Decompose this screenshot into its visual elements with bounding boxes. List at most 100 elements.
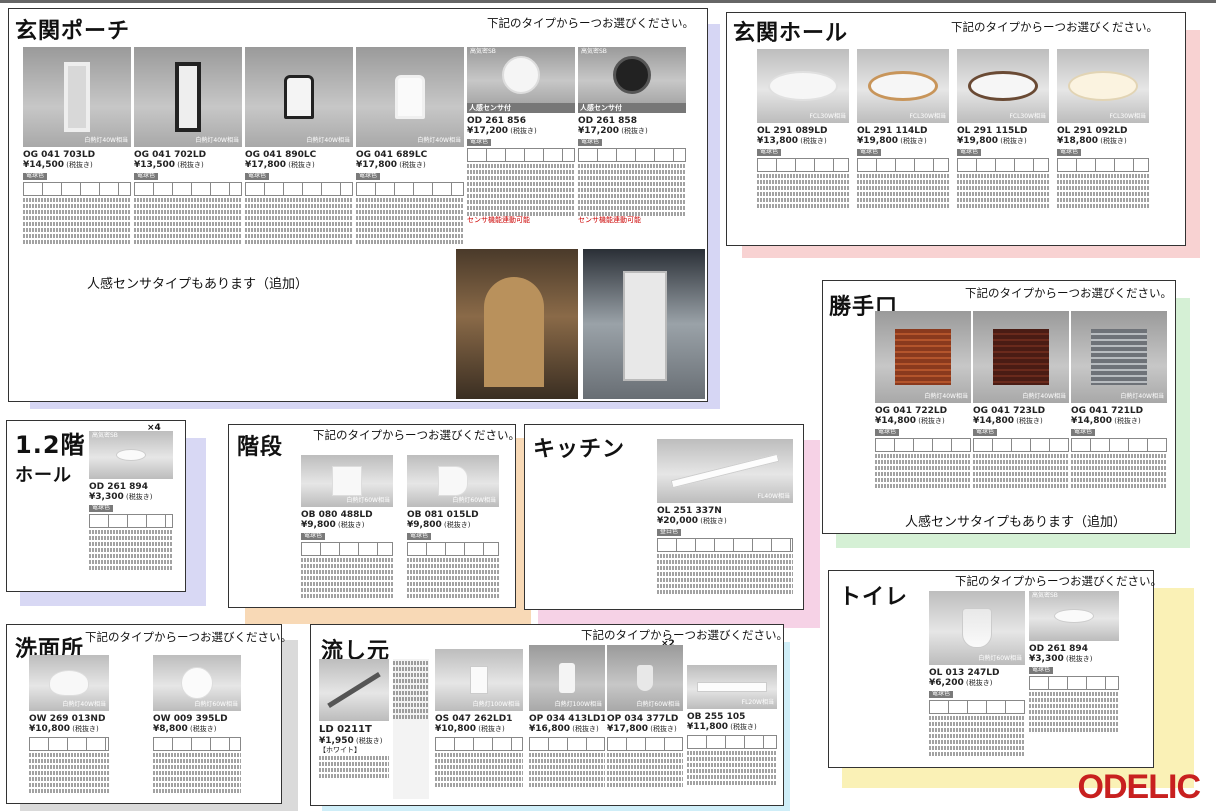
- product-price: ¥14,800: [875, 416, 916, 427]
- lamp-equivalent: 白熱灯40W相当: [1022, 393, 1066, 401]
- product-card[interactable]: 白熱灯60W相当 OP 034 377LD ¥17,800 (税抜き): [607, 645, 683, 803]
- product-card[interactable]: 白熱灯40W相当 OG 041 689LC ¥17,800 (税抜き) 電球色: [356, 47, 464, 272]
- product-card[interactable]: 白熱灯100W相当 OP 034 413LD1 ¥16,800 (税抜き): [529, 645, 605, 803]
- spec-text: [929, 715, 1025, 756]
- color-temp-badge: 電球色: [578, 138, 603, 146]
- product-card[interactable]: 白熱灯60W相当 OW 009 395LD ¥8,800 (税抜き): [153, 655, 241, 799]
- product-card[interactable]: 白熱灯40W相当 OG 041 723LD ¥14,800 (税抜き) 電球色: [973, 311, 1069, 501]
- tax-note: (税抜き): [72, 725, 99, 734]
- lamp-equivalent: 白熱灯40W相当: [306, 137, 350, 145]
- product-card[interactable]: 白熱灯60W相当 OL 013 247LD ¥6,200 (税抜き) 電球色: [929, 591, 1025, 763]
- tax-note: (税抜き): [730, 723, 757, 732]
- spec-table: [29, 736, 109, 751]
- product-photo: 白熱灯60W相当: [929, 591, 1025, 665]
- tax-note: (税抜き): [900, 137, 927, 146]
- spec-table: [1029, 675, 1119, 690]
- spec-table: [757, 157, 849, 172]
- hall-panel: 玄関ホール 下記のタイプからーつお選びください。 FCL30W相当 OL 291…: [726, 12, 1186, 246]
- spec-table: [929, 699, 1025, 714]
- product-card[interactable]: 白熱灯40W相当 OG 041 703LD ¥14,500 (税抜き) 電球色: [23, 47, 131, 272]
- product-price: ¥18,800: [1057, 136, 1098, 147]
- tax-note: (税抜き): [965, 679, 993, 688]
- product-price: ¥17,200: [467, 126, 508, 137]
- product-card[interactable]: 白熱灯60W相当 OB 080 488LD ¥9,800 (税抜き) 電球色: [301, 455, 393, 605]
- product-card[interactable]: 高気密SB 人感センサ付 OD 261 856 ¥17,200 (税抜き) 電球…: [467, 47, 575, 247]
- product-card[interactable]: 白熱灯60W相当 OB 081 015LD ¥9,800 (税抜き) 電球色: [407, 455, 499, 605]
- spotlight-icon: [470, 666, 488, 694]
- spec-text: [1029, 691, 1119, 732]
- pendant-light-icon: [962, 608, 992, 648]
- product-code: OP 034 413LD1: [529, 714, 605, 724]
- product-card[interactable]: LD 0211T ¥1,950 (税抜き) 【ホワイト】: [319, 659, 389, 803]
- product-price: ¥6,200: [929, 678, 964, 689]
- spec-table: [1071, 437, 1167, 452]
- product-price: ¥3,300: [1029, 654, 1064, 665]
- product-card[interactable]: FCL30W相当 OL 291 092LD ¥18,800 (税抜き) 電球色: [1057, 49, 1149, 239]
- katteguchi-note: 下記のタイプからーつお選びください。: [965, 286, 1172, 300]
- color-temp-badge: 電球色: [857, 148, 882, 156]
- product-price: ¥17,800: [607, 724, 648, 735]
- spec-table: [973, 437, 1069, 452]
- lamp-equivalent: 白熱灯40W相当: [84, 137, 128, 145]
- tax-note: (税抜き): [918, 417, 945, 426]
- lantern-icon: [395, 75, 425, 119]
- lamp-equivalent: 白熱灯40W相当: [1120, 393, 1164, 401]
- product-card[interactable]: 白熱灯40W相当 OG 041 890LC ¥17,800 (税抜き) 電球色: [245, 47, 353, 272]
- tax-note: (税抜き): [700, 517, 727, 526]
- sink-note: 下記のタイプからーつお選びください。: [581, 628, 788, 642]
- product-price: ¥19,800: [857, 136, 898, 147]
- entrance-photo: [583, 249, 705, 399]
- ceiling-light-icon: [968, 71, 1038, 101]
- product-photo: 白熱灯40W相当: [134, 47, 242, 147]
- product-card[interactable]: FL40W相当 OL 251 337N ¥20,000 (税抜き) 昼白色: [657, 439, 793, 605]
- spec-text: [301, 557, 393, 598]
- spec-text: [957, 173, 1049, 208]
- spec-text: [1057, 173, 1149, 208]
- lamp-equivalent: 白熱灯40W相当: [417, 137, 461, 145]
- spec-text: [407, 557, 499, 598]
- hall12-title: 1.2階: [15, 431, 86, 459]
- spec-table: [607, 736, 683, 751]
- product-code: OL 291 092LD: [1057, 126, 1128, 136]
- tax-note: (税抜き): [355, 736, 383, 745]
- product-photo: FCL30W相当: [1057, 49, 1149, 123]
- product-card[interactable]: FL20W相当 OB 255 105 ¥11,800 (税抜き): [687, 665, 777, 803]
- spec-table: [89, 513, 173, 528]
- color-temp-badge: 電球色: [89, 504, 114, 512]
- color-temp-badge: 電球色: [245, 172, 270, 180]
- spec-text: [435, 752, 523, 787]
- base-light-icon: [670, 453, 780, 489]
- spec-table: [578, 147, 686, 162]
- downlight-icon: [116, 449, 146, 461]
- type-label: 高気密SB: [1032, 592, 1058, 599]
- catalog-page: 玄関ポーチ 下記のタイプからーつお選びください。 白熱灯40W相当 OG 041…: [0, 0, 1216, 811]
- spec-table: [407, 541, 499, 556]
- product-card[interactable]: FCL30W相当 OL 291 089LD ¥13,800 (税抜き) 電球色: [757, 49, 849, 239]
- hall12-subtitle: ホール: [15, 465, 72, 486]
- bracket-light-icon: [438, 466, 468, 496]
- color-variant: 【ホワイト】: [319, 745, 361, 754]
- bracket-light-icon: [332, 466, 362, 496]
- product-card[interactable]: 白熱灯40W相当 OG 041 722LD ¥14,800 (税抜き) 電球色: [875, 311, 971, 501]
- product-card[interactable]: 高気密SB 人感センサ付 OD 261 858 ¥17,200 (税抜き) 電球…: [578, 47, 686, 247]
- product-price: ¥14,500: [23, 160, 64, 171]
- product-price: ¥17,800: [356, 160, 397, 171]
- product-card[interactable]: 白熱灯40W相当 OG 041 721LD ¥14,800 (税抜き) 電球色: [1071, 311, 1167, 501]
- color-temp-badge: 電球色: [1029, 666, 1054, 674]
- product-card[interactable]: 白熱灯100W相当 OS 047 262LD1 ¥10,800 (税抜き): [435, 649, 523, 803]
- spec-table: [657, 537, 793, 552]
- product-photo: 高気密SB: [578, 47, 686, 103]
- product-card[interactable]: FCL30W相当 OL 291 114LD ¥19,800 (税抜き) 電球色: [857, 49, 949, 239]
- product-card[interactable]: 白熱灯40W相当 OG 041 702LD ¥13,500 (税抜き) 電球色: [134, 47, 242, 272]
- product-card[interactable]: 白熱灯40W相当 OW 269 013ND ¥10,800 (税抜き): [29, 655, 109, 799]
- spec-text: [757, 173, 849, 208]
- spec-text: [134, 197, 242, 244]
- color-temp-badge: 電球色: [134, 172, 159, 180]
- bracket-light-icon: [895, 329, 951, 385]
- product-card[interactable]: 高気密SB OD 261 894 ¥3,300 (税抜き) 電球色: [1029, 591, 1119, 763]
- color-temp-badge: 電球色: [23, 172, 48, 180]
- product-card[interactable]: FCL30W相当 OL 291 115LD ¥19,800 (税抜き) 電球色: [957, 49, 1049, 239]
- color-temp-badge: 電球色: [301, 532, 326, 540]
- color-temp-badge: 電球色: [407, 532, 432, 540]
- product-card[interactable]: 高気密SB OD 261 894 ¥3,300 (税抜き) 電球色: [89, 431, 173, 587]
